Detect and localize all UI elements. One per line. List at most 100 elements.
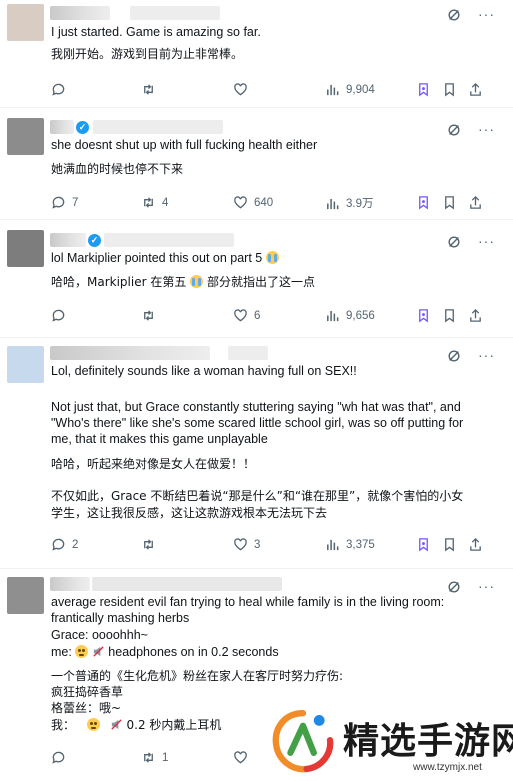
- like-button[interactable]: 3: [233, 537, 260, 552]
- bookmark-icon[interactable]: [442, 308, 457, 323]
- avatar[interactable]: [7, 4, 44, 41]
- avatar[interactable]: [7, 230, 44, 267]
- tweet-text-zh: 哈哈，Markiplier 在第五 部分就指出了这一点: [51, 274, 315, 290]
- blurred-username[interactable]: [50, 233, 86, 247]
- repost-button[interactable]: 4: [141, 195, 168, 210]
- repost-icon: [144, 752, 153, 763]
- share-icon[interactable]: [468, 195, 483, 210]
- grok-analyze-icon[interactable]: [416, 195, 431, 210]
- site-watermark: 精选手游网 www.tzymjx.net: [265, 700, 513, 781]
- tweet-text-zh: 不仅如此，Grace 不断结巴着说“那是什么”和“谁在那里”，就像个害怕的小女: [51, 489, 464, 503]
- like-button[interactable]: 640: [233, 195, 273, 210]
- watermark-title: 精选手游网: [343, 721, 513, 762]
- more-options-icon[interactable]: ···: [478, 579, 495, 593]
- like-button[interactable]: 6: [233, 308, 260, 323]
- crying-face-emoji-icon: [190, 275, 204, 288]
- tweet-text-en: me, that it makes this game unplayable: [51, 432, 268, 446]
- tweet[interactable]: ✓ ··· lol Markiplier pointed this out on…: [0, 220, 513, 338]
- tweet-text-en-body: lol Markiplier pointed this out on part …: [51, 251, 263, 265]
- reply-button[interactable]: 7: [51, 195, 78, 210]
- tweet-text-zh: 哈哈，听起来绝对像是女人在做爱！！: [51, 457, 256, 471]
- blurred-handle: [104, 233, 234, 247]
- tweet-text-me-suffix: headphones on in 0.2 seconds: [108, 645, 279, 659]
- tweet[interactable]: ··· I just started. Game is amazing so f…: [0, 0, 513, 108]
- repost-icon: [144, 310, 153, 321]
- grok-icon[interactable]: [447, 8, 461, 22]
- blurred-handle: [93, 120, 223, 134]
- tweet-text-zh: 学生，这让我很反感，这让这款游戏根本无法玩下去: [51, 506, 328, 520]
- share-icon[interactable]: [468, 82, 483, 97]
- tweet-text-zh-suffix: 部分就指出了这一点: [207, 275, 316, 289]
- grok-analyze-icon[interactable]: [416, 308, 431, 323]
- share-icon[interactable]: [468, 308, 483, 323]
- tweet-text-en: lol Markiplier pointed this out on part …: [51, 250, 279, 266]
- blurred-username[interactable]: [50, 577, 90, 591]
- tweet-actions: 2 3 3,375: [0, 537, 513, 555]
- tweet-text-en: me: headphones on in 0.2 seconds: [51, 644, 279, 660]
- bookmark-icon[interactable]: [442, 537, 457, 552]
- reply-button[interactable]: [51, 308, 72, 323]
- avatar[interactable]: [7, 346, 44, 383]
- views-button[interactable]: 3.9万: [325, 195, 374, 211]
- tweet-actions: 7 4 640 3.9万: [0, 195, 513, 213]
- watermark-logo: [272, 710, 334, 773]
- reply-icon: [52, 309, 65, 322]
- tweet-text-me-prefix: me:: [51, 645, 72, 659]
- blurred-username[interactable]: [50, 346, 210, 360]
- reply-button[interactable]: 2: [51, 537, 78, 552]
- reply-button[interactable]: [51, 82, 72, 97]
- tweet-text-zh: 格蕾丝：哦~: [51, 701, 122, 715]
- grok-icon[interactable]: [447, 580, 461, 594]
- share-icon[interactable]: [468, 537, 483, 552]
- grok-analyze-icon[interactable]: [416, 537, 431, 552]
- grok-icon[interactable]: [447, 349, 461, 363]
- heart-icon: [234, 83, 247, 96]
- verified-badge-icon: ✓: [88, 234, 101, 247]
- more-options-icon[interactable]: ···: [478, 122, 495, 136]
- grok-icon[interactable]: [447, 235, 461, 249]
- tweet-text-zh-me-prefix: 我：: [51, 718, 76, 732]
- tweet-text-zh: 一个普通的《生化危机》粉丝在家人在客厅时努力疗伤:: [51, 669, 344, 683]
- tweet-actions: 6 9,656: [0, 308, 513, 326]
- heart-icon: [234, 751, 247, 764]
- repost-button[interactable]: [141, 82, 162, 97]
- views-button[interactable]: 3,375: [325, 537, 375, 552]
- verified-badge-icon: ✓: [76, 121, 89, 134]
- grok-icon[interactable]: [447, 123, 461, 137]
- like-button[interactable]: [233, 750, 254, 765]
- tweet-text-en: Grace: oooohhh~: [51, 628, 148, 642]
- repost-button[interactable]: [141, 537, 162, 552]
- avatar[interactable]: [7, 118, 44, 155]
- reply-icon: [52, 751, 65, 764]
- reply-icon: [52, 538, 65, 551]
- tweet-text-en: I just started. Game is amazing so far.: [51, 25, 261, 39]
- views-icon: [327, 539, 339, 551]
- tweet-text-zh: 她满血的时候也停不下来: [51, 162, 184, 176]
- more-options-icon[interactable]: ···: [478, 234, 495, 248]
- flushed-face-emoji-icon: [86, 718, 100, 731]
- bookmark-icon[interactable]: [442, 82, 457, 97]
- reply-icon: [52, 196, 65, 209]
- avatar[interactable]: [7, 577, 44, 614]
- bookmark-icon[interactable]: [442, 195, 457, 210]
- blurred-username[interactable]: [50, 6, 110, 20]
- grok-analyze-icon[interactable]: [416, 82, 431, 97]
- tweet-text-en: she doesnt shut up with full fucking hea…: [51, 138, 318, 152]
- reply-button[interactable]: [51, 750, 72, 765]
- repost-button[interactable]: 1: [141, 750, 168, 765]
- like-button[interactable]: [233, 82, 254, 97]
- views-button[interactable]: 9,656: [325, 308, 375, 323]
- tweet[interactable]: ··· Lol, definitely sounds like a woman …: [0, 338, 513, 569]
- tweet-text-en: Not just that, but Grace constantly stut…: [51, 400, 461, 414]
- blurred-username[interactable]: [50, 120, 74, 134]
- repost-icon: [144, 539, 153, 550]
- tweet-text-en: "Who's there" like she's some scared lit…: [51, 416, 464, 430]
- tweet-text-zh: 我刚开始。游戏到目前为止非常棒。: [51, 47, 244, 61]
- views-button[interactable]: 9,904: [325, 82, 375, 97]
- repost-button[interactable]: [141, 308, 162, 323]
- more-options-icon[interactable]: ···: [478, 7, 495, 21]
- more-options-icon[interactable]: ···: [478, 348, 495, 362]
- tweet-text-zh-prefix: 哈哈，Markiplier 在第五: [51, 275, 187, 289]
- views-icon: [327, 198, 339, 209]
- tweet[interactable]: ✓ ··· she doesnt shut up with full fucki…: [0, 108, 513, 220]
